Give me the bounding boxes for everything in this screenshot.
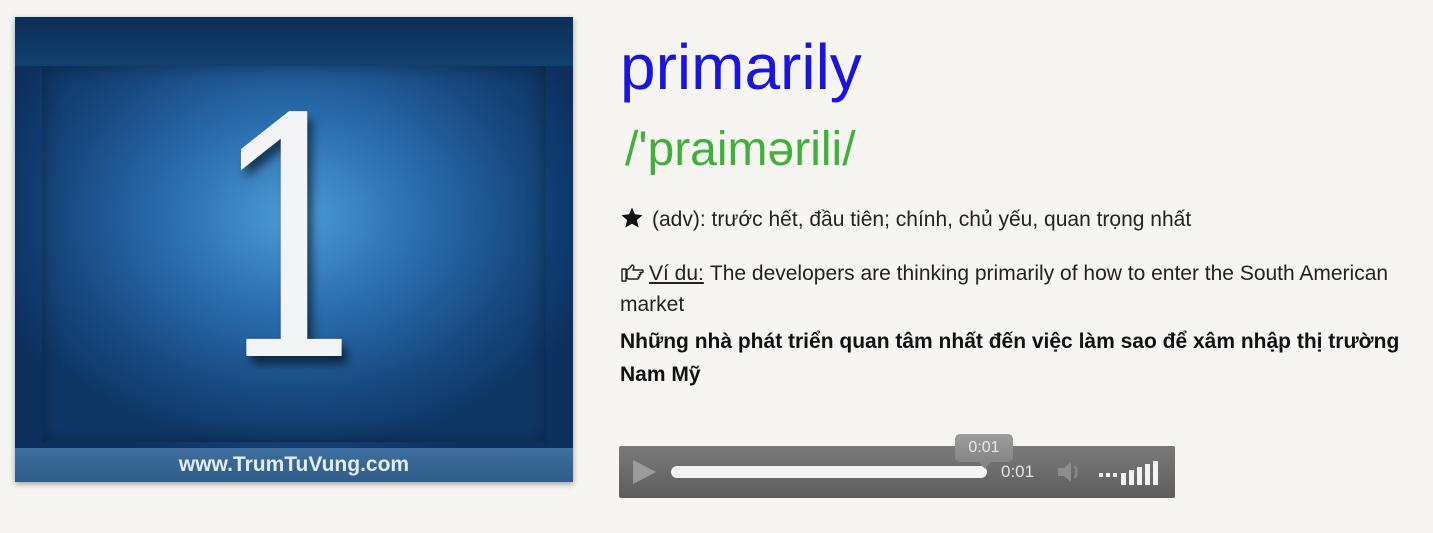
- seek-bar[interactable]: [671, 466, 987, 478]
- current-time: 0:01: [1001, 462, 1035, 481]
- volume-dot: [1099, 473, 1103, 477]
- illustration-number: 1: [207, 50, 381, 434]
- volume-bar: [1137, 467, 1142, 485]
- speaker-icon[interactable]: [1055, 459, 1087, 485]
- definition-text: (adv): trước hết, đầu tiên; chính, chủ y…: [652, 208, 1192, 231]
- site-watermark: www.TrumTuVung.com: [15, 448, 573, 482]
- definition: (adv): trước hết, đầu tiên; chính, chủ y…: [620, 205, 1191, 235]
- word-illustration: 1 www.TrumTuVung.com: [15, 17, 573, 482]
- seek-progress: [671, 466, 987, 478]
- volume-bar: [1121, 473, 1126, 485]
- example: Ví du: The developers are thinking primar…: [620, 258, 1410, 320]
- headword: primarily: [620, 31, 862, 103]
- star-icon: [621, 207, 643, 228]
- volume-dot: [1113, 473, 1117, 477]
- volume-bar: [1153, 461, 1158, 485]
- example-label: Ví du:: [649, 262, 704, 285]
- volume-bar: [1145, 464, 1150, 485]
- play-icon[interactable]: [629, 457, 659, 487]
- audio-player: 0:01 0:01: [619, 434, 1175, 498]
- pronunciation: /'praimərili/: [625, 123, 856, 176]
- seek-time-tooltip: 0:01: [955, 434, 1013, 469]
- volume-dot: [1106, 473, 1110, 477]
- example-text: The developers are thinking primarily of…: [620, 262, 1389, 316]
- volume-slider[interactable]: [1099, 459, 1163, 485]
- volume-bar: [1129, 470, 1134, 485]
- pointing-hand-icon: [621, 264, 644, 282]
- example-translation: Những nhà phát triển quan tâm nhất đến v…: [620, 330, 1400, 386]
